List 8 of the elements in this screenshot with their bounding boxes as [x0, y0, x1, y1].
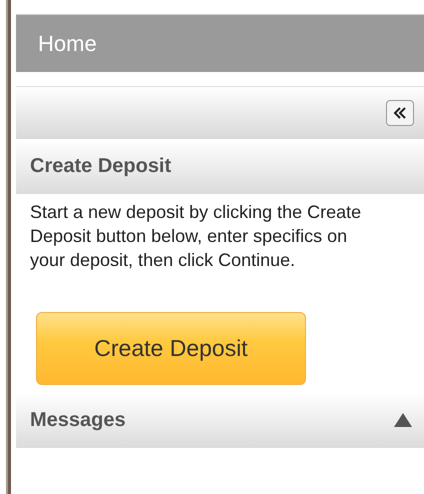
double-chevron-left-icon — [393, 107, 407, 119]
collapse-button[interactable] — [386, 100, 414, 126]
description-text: Start a new deposit by clicking the Create Deposit button below, enter specifics on your deposit, then click Continue. — [30, 201, 362, 272]
create-deposit-button[interactable]: Create Deposit — [36, 312, 306, 385]
page-title: Home — [38, 30, 97, 56]
triangle-up-icon[interactable] — [394, 413, 412, 427]
section-title: Messages — [30, 408, 126, 432]
section-title: Create Deposit — [30, 154, 172, 178]
